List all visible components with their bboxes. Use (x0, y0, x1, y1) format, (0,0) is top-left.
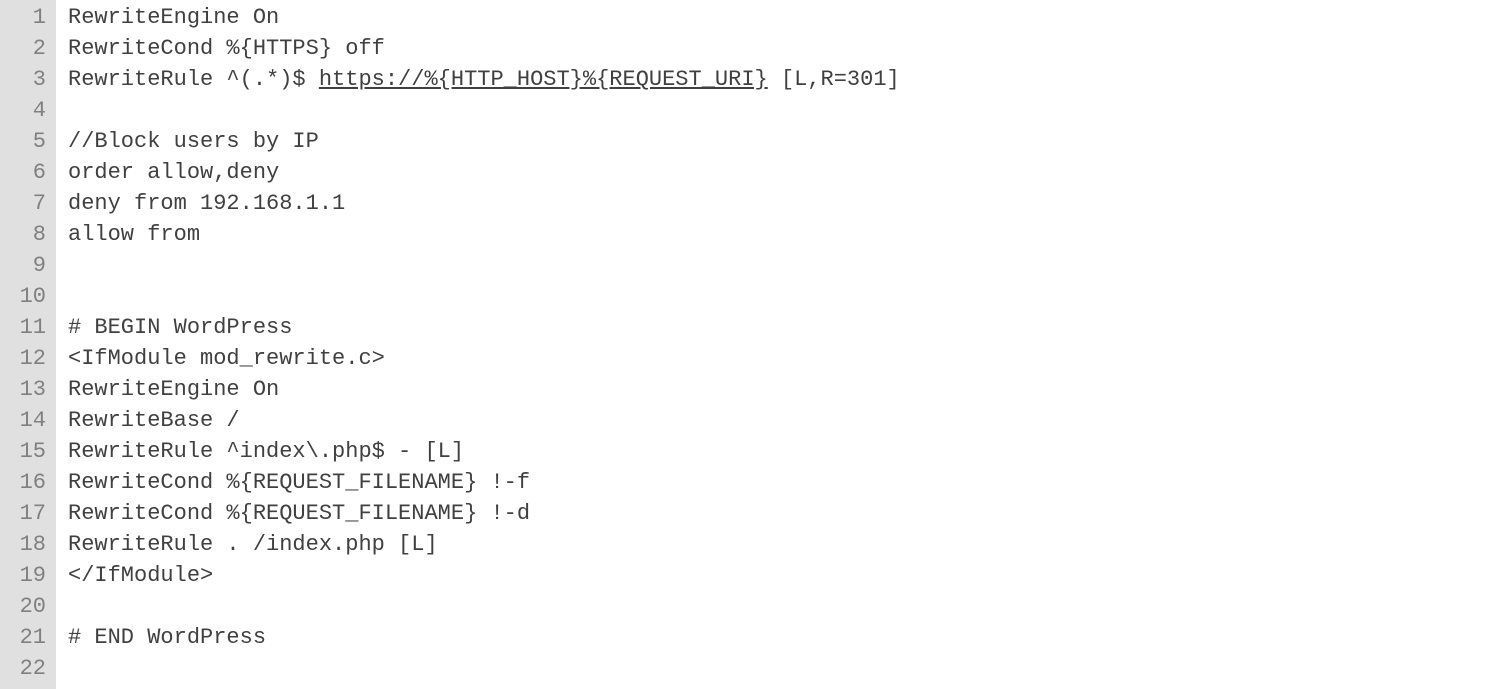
line-number: 20 (2, 591, 46, 622)
code-line (68, 591, 1500, 622)
line-number: 3 (2, 64, 46, 95)
line-number: 7 (2, 188, 46, 219)
code-line: RewriteRule ^index\.php$ - [L] (68, 436, 1500, 467)
line-number: 17 (2, 498, 46, 529)
code-line (68, 281, 1500, 312)
code-text-segment: RewriteBase / (68, 408, 240, 433)
code-text-segment: <IfModule mod_rewrite.c> (68, 346, 385, 371)
code-line: allow from (68, 219, 1500, 250)
line-number: 1 (2, 2, 46, 33)
code-text-segment: </IfModule> (68, 563, 213, 588)
code-line: RewriteRule ^(.*)$ https://%{HTTP_HOST}%… (68, 64, 1500, 95)
code-text-segment: allow from (68, 222, 200, 247)
line-number: 14 (2, 405, 46, 436)
code-line (68, 653, 1500, 684)
line-number: 9 (2, 250, 46, 281)
code-line (68, 250, 1500, 281)
code-text-segment: RewriteRule ^index\.php$ - [L] (68, 439, 464, 464)
code-line: # END WordPress (68, 622, 1500, 653)
line-number: 6 (2, 157, 46, 188)
code-line: <IfModule mod_rewrite.c> (68, 343, 1500, 374)
code-text-segment: RewriteRule . /index.php [L] (68, 532, 438, 557)
line-number: 11 (2, 312, 46, 343)
code-line (68, 95, 1500, 126)
line-number: 22 (2, 653, 46, 684)
code-text-segment: RewriteEngine On (68, 5, 279, 30)
code-line: RewriteCond %{HTTPS} off (68, 33, 1500, 64)
code-editor: 12345678910111213141516171819202122 Rewr… (0, 0, 1500, 689)
code-line: </IfModule> (68, 560, 1500, 591)
code-line: //Block users by IP (68, 126, 1500, 157)
code-text-segment: RewriteEngine On (68, 377, 279, 402)
code-line: RewriteCond %{REQUEST_FILENAME} !-f (68, 467, 1500, 498)
code-line: RewriteEngine On (68, 2, 1500, 33)
code-line: RewriteRule . /index.php [L] (68, 529, 1500, 560)
code-link-segment: https://%{HTTP_HOST}%{REQUEST_URI} (319, 67, 768, 92)
line-number: 4 (2, 95, 46, 126)
line-number: 19 (2, 560, 46, 591)
line-number: 21 (2, 622, 46, 653)
code-text-segment: //Block users by IP (68, 129, 319, 154)
code-text-segment: # END WordPress (68, 625, 266, 650)
line-number: 12 (2, 343, 46, 374)
line-number-gutter: 12345678910111213141516171819202122 (0, 0, 56, 689)
line-number: 5 (2, 126, 46, 157)
code-text-segment: RewriteCond %{REQUEST_FILENAME} !-d (68, 501, 530, 526)
line-number: 8 (2, 219, 46, 250)
line-number: 10 (2, 281, 46, 312)
code-line: # BEGIN WordPress (68, 312, 1500, 343)
code-text-segment: RewriteCond %{HTTPS} off (68, 36, 385, 61)
code-text-segment: RewriteRule ^(.*)$ (68, 67, 319, 92)
line-number: 15 (2, 436, 46, 467)
code-line: RewriteBase / (68, 405, 1500, 436)
code-text-segment: order allow,deny (68, 160, 279, 185)
line-number: 2 (2, 33, 46, 64)
code-line: RewriteCond %{REQUEST_FILENAME} !-d (68, 498, 1500, 529)
code-content[interactable]: RewriteEngine On RewriteCond %{HTTPS} off… (56, 0, 1500, 689)
line-number: 13 (2, 374, 46, 405)
code-line: RewriteEngine On (68, 374, 1500, 405)
code-line: order allow,deny (68, 157, 1500, 188)
line-number: 18 (2, 529, 46, 560)
line-number: 16 (2, 467, 46, 498)
code-text-segment: [L,R=301] (768, 67, 900, 92)
code-text-segment: deny from 192.168.1.1 (68, 191, 345, 216)
code-text-segment: # BEGIN WordPress (68, 315, 292, 340)
code-line: deny from 192.168.1.1 (68, 188, 1500, 219)
code-text-segment: RewriteCond %{REQUEST_FILENAME} !-f (68, 470, 530, 495)
